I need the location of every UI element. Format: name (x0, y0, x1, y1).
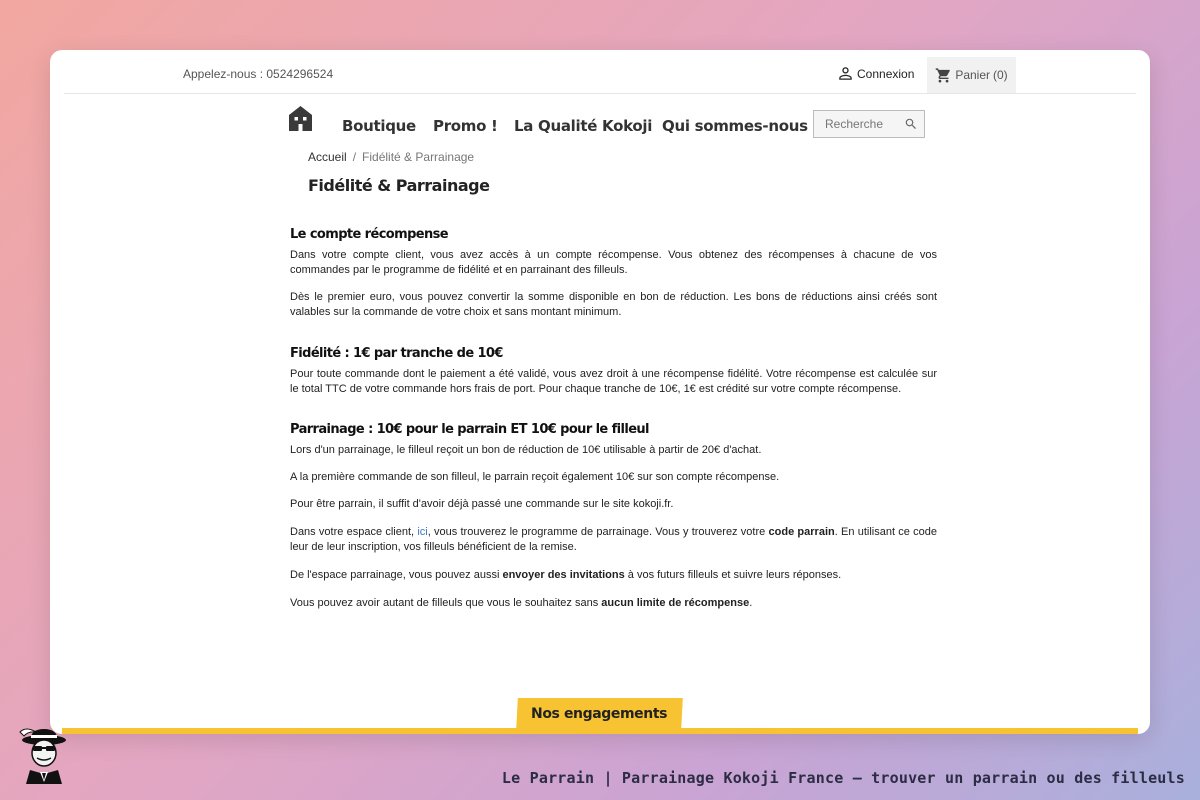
breadcrumb: Accueil / Fidélité & Parrainage (308, 150, 474, 164)
mascot-gangster-icon (16, 726, 72, 789)
header-divider (64, 93, 1136, 94)
text: Vous pouvez avoir autant de filleuls que… (290, 597, 602, 609)
section-heading-fidelite: Fidélité : 1€ par tranche de 10€ (290, 346, 503, 361)
text: De l'espace parrainage, vous pouvez auss… (290, 569, 503, 581)
bold-text: code parrain (768, 526, 835, 538)
text: Dans votre espace client, (290, 526, 418, 538)
cart-label: Panier (955, 68, 990, 82)
house-logo-icon[interactable] (288, 105, 313, 137)
ici-link[interactable]: ici (417, 526, 427, 538)
browser-card: Appelez-nous : 0524296524 Connexion Pani… (50, 50, 1150, 734)
paragraph: Lors d'un parrainage, le filleul reçoit … (290, 444, 762, 456)
nav-qualite[interactable]: La Qualité Kokoji (514, 117, 652, 135)
cart-count: (0) (993, 68, 1008, 82)
nav-promo[interactable]: Promo ! (433, 117, 498, 135)
paragraph-filleuls: Vous pouvez avoir autant de filleuls que… (290, 596, 937, 611)
person-icon (838, 66, 853, 81)
breadcrumb-separator: / (352, 150, 357, 164)
paragraph: Pour être parrain, il suffit d'avoir déj… (290, 498, 674, 510)
paragraph: Dans votre compte client, vous avez accè… (290, 249, 937, 276)
paragraph: Pour toute commande dont le paiement a é… (290, 368, 937, 395)
section-heading-compte: Le compte récompense (290, 227, 449, 242)
paragraph-invitations: De l'espace parrainage, vous pouvez auss… (290, 568, 937, 583)
login-label: Connexion (857, 66, 915, 81)
top-bar: Appelez-nous : 0524296524 Connexion Pani… (50, 50, 1150, 94)
login-link[interactable]: Connexion (838, 66, 914, 81)
phone-contact: Appelez-nous : 0524296524 (183, 67, 334, 81)
paragraph: A la première commande de son filleul, l… (290, 471, 780, 483)
footer-caption: Le Parrain | Parrainage Kokoji France — … (501, 769, 1185, 787)
nav-boutique[interactable]: Boutique (342, 117, 416, 135)
tab-label: Nos engagements (531, 706, 668, 722)
search-icon[interactable] (904, 117, 918, 136)
bold-text: envoyer des invitations (502, 569, 625, 581)
nav-qui-sommes-nous[interactable]: Qui sommes-nous ? (662, 117, 821, 135)
main-nav: Boutique Promo ! La Qualité Kokoji Qui s… (50, 102, 1150, 152)
text: . (749, 597, 753, 609)
page-title: Fidélité & Parrainage (308, 176, 490, 195)
search-input[interactable] (814, 111, 911, 137)
paragraph: Dès le premier euro, vous pouvez convert… (290, 291, 937, 318)
breadcrumb-current: Fidélité & Parrainage (362, 150, 475, 164)
footer-accent-bar (62, 728, 1138, 734)
nos-engagements-tab[interactable]: Nos engagements (516, 698, 683, 730)
cart-button[interactable]: Panier (0) (927, 57, 1016, 93)
bold-text: aucun limite de récompense (601, 597, 750, 609)
text: à vos futurs filleuls et suivre leurs ré… (624, 569, 842, 581)
text: , vous trouverez le programme de parrain… (427, 526, 769, 538)
breadcrumb-home[interactable]: Accueil (308, 150, 347, 164)
section-heading-parrainage: Parrainage : 10€ pour le parrain ET 10€ … (290, 422, 650, 437)
paragraph-espace-client: Dans votre espace client, ici, vous trou… (290, 525, 937, 555)
search-box (813, 110, 925, 138)
cart-icon (935, 67, 952, 84)
